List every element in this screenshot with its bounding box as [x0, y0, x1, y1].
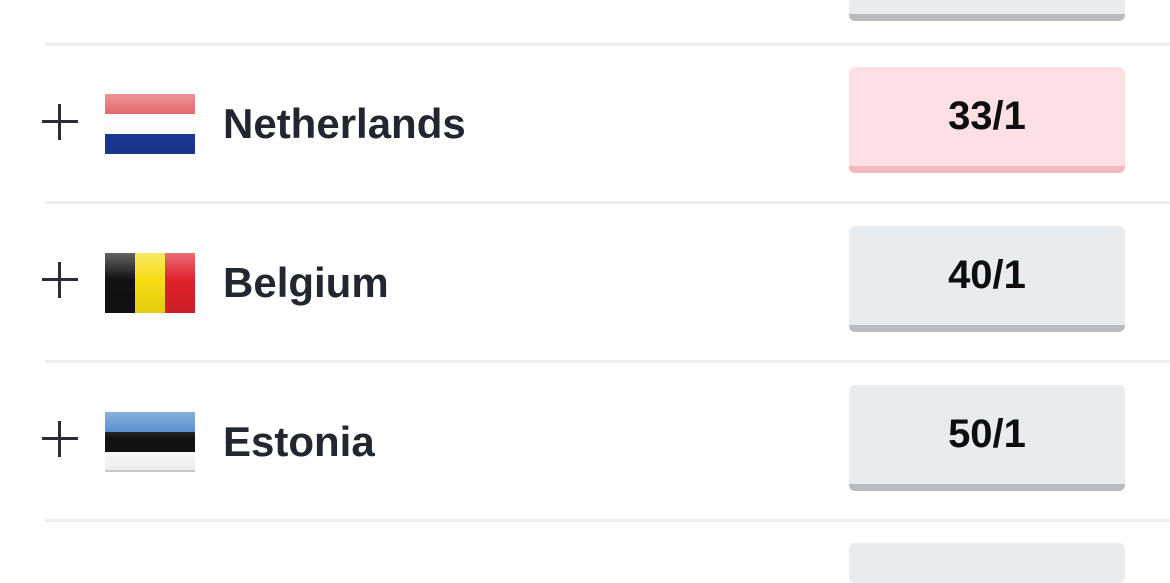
netherlands-flag-icon — [105, 94, 195, 154]
row-divider — [45, 519, 1170, 522]
table-row: Estonia 50/1 — [0, 363, 1170, 522]
country-name: Estonia — [223, 418, 375, 465]
table-row: Belgium 40/1 — [0, 204, 1170, 363]
table-row: Netherlands 33/1 — [0, 46, 1170, 205]
expand-plus-icon[interactable] — [42, 104, 78, 140]
belgium-flag-icon — [105, 253, 195, 313]
expand-plus-icon[interactable] — [42, 262, 78, 298]
country-name: Belgium — [223, 259, 389, 306]
expand-plus-icon[interactable] — [42, 421, 78, 457]
odds-button[interactable]: 33/1 — [849, 67, 1125, 173]
odds-button-partial-bottom[interactable] — [849, 543, 1125, 583]
country-name: Netherlands — [223, 100, 466, 147]
estonia-flag-icon — [105, 412, 195, 472]
odds-button[interactable]: 50/1 — [849, 385, 1125, 491]
odds-button-partial-top[interactable] — [849, 0, 1125, 21]
odds-button[interactable]: 40/1 — [849, 226, 1125, 332]
